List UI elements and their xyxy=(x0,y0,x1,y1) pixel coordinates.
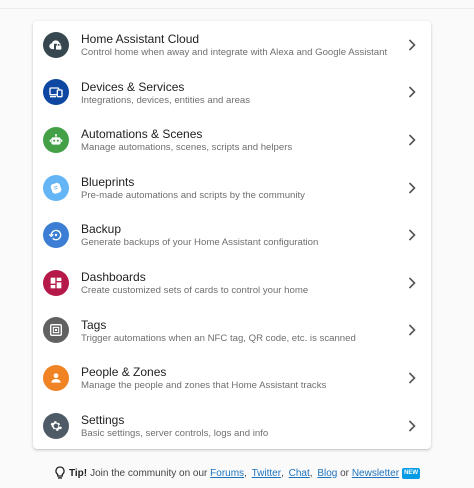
menu-item-title: People & Zones xyxy=(81,365,167,380)
chevron-right-icon xyxy=(407,133,417,147)
menu-item-automations-scenes[interactable]: Automations & Scenes Manage automations,… xyxy=(33,116,431,164)
paper-roll-icon xyxy=(43,174,69,201)
chevron-right-icon xyxy=(407,371,417,385)
chevron-right-icon xyxy=(407,419,417,433)
cloud-lock-icon xyxy=(43,31,69,58)
menu-item-blueprints[interactable]: Blueprints Pre-made automations and scri… xyxy=(33,164,431,212)
chevron-right-icon xyxy=(407,323,417,337)
menu-item-description: Pre-made automations and scripts by the … xyxy=(81,189,305,201)
newsletter-link[interactable]: Newsletter xyxy=(352,468,399,479)
menu-item-settings[interactable]: Settings Basic settings, server controls… xyxy=(33,402,431,450)
chat-link[interactable]: Chat xyxy=(289,468,310,479)
chevron-right-icon xyxy=(407,85,417,99)
menu-item-title: Devices & Services xyxy=(81,79,185,94)
new-badge: NEW xyxy=(402,467,421,479)
menu-item-title: Blueprints xyxy=(81,174,135,189)
menu-item-description: Manage automations, scenes, scripts and … xyxy=(81,142,293,154)
menu-item-tags[interactable]: Tags Trigger automations when an NFC tag… xyxy=(33,307,431,355)
tip-label: Tip! xyxy=(68,467,88,479)
backup-restore-icon xyxy=(43,222,69,249)
menu-item-title: Home Assistant Cloud xyxy=(81,32,200,46)
lightbulb-icon xyxy=(55,466,65,479)
gear-icon xyxy=(43,412,69,439)
menu-item-title: Automations & Scenes xyxy=(81,127,203,142)
menu-item-description: Control home when away and integrate wit… xyxy=(81,47,388,58)
menu-item-people-zones[interactable]: People & Zones Manage the people and zon… xyxy=(33,354,431,402)
chevron-right-icon xyxy=(407,38,417,52)
menu-item-description: Manage the people and zones that Home As… xyxy=(81,380,327,392)
tip-text: Join the community on our xyxy=(90,467,208,479)
tip-or: or xyxy=(340,467,350,479)
menu-item-title: Settings xyxy=(81,412,125,427)
settings-menu-card: Home Assistant Cloud Control home when a… xyxy=(33,21,431,449)
dashboard-icon xyxy=(43,269,69,296)
menu-item-description: Trigger automations when an NFC tag, QR … xyxy=(81,332,356,344)
menu-item-backup[interactable]: Backup Generate backups of your Home Ass… xyxy=(33,211,431,259)
chevron-right-icon xyxy=(407,228,417,242)
menu-item-title: Backup xyxy=(81,222,122,237)
menu-item-description: Create customized sets of cards to contr… xyxy=(81,285,309,296)
account-icon xyxy=(43,364,69,391)
menu-item-dashboards[interactable]: Dashboards Create customized sets of car… xyxy=(33,259,431,307)
twitter-link[interactable]: Twitter xyxy=(252,468,281,479)
menu-item-description: Generate backups of your Home Assistant … xyxy=(81,237,319,249)
chevron-right-icon xyxy=(407,181,417,195)
community-tip: Tip! Join the community on our Forums, T… xyxy=(0,463,474,483)
menu-item-devices-services[interactable]: Devices & Services Integrations, devices… xyxy=(33,69,431,117)
menu-item-home-assistant-cloud[interactable]: Home Assistant Cloud Control home when a… xyxy=(33,21,431,69)
forums-link[interactable]: Forums xyxy=(210,468,244,479)
menu-item-title: Tags xyxy=(81,317,107,332)
menu-item-title: Dashboards xyxy=(81,270,146,284)
blog-link[interactable]: Blog xyxy=(317,468,337,479)
top-divider xyxy=(0,8,474,9)
devices-icon xyxy=(43,79,69,106)
robot-icon xyxy=(43,126,69,153)
menu-item-description: Integrations, devices, entities and area… xyxy=(81,94,251,106)
chevron-right-icon xyxy=(407,276,417,290)
nfc-tag-icon xyxy=(43,317,69,344)
menu-item-description: Basic settings, server controls, logs an… xyxy=(81,427,269,439)
